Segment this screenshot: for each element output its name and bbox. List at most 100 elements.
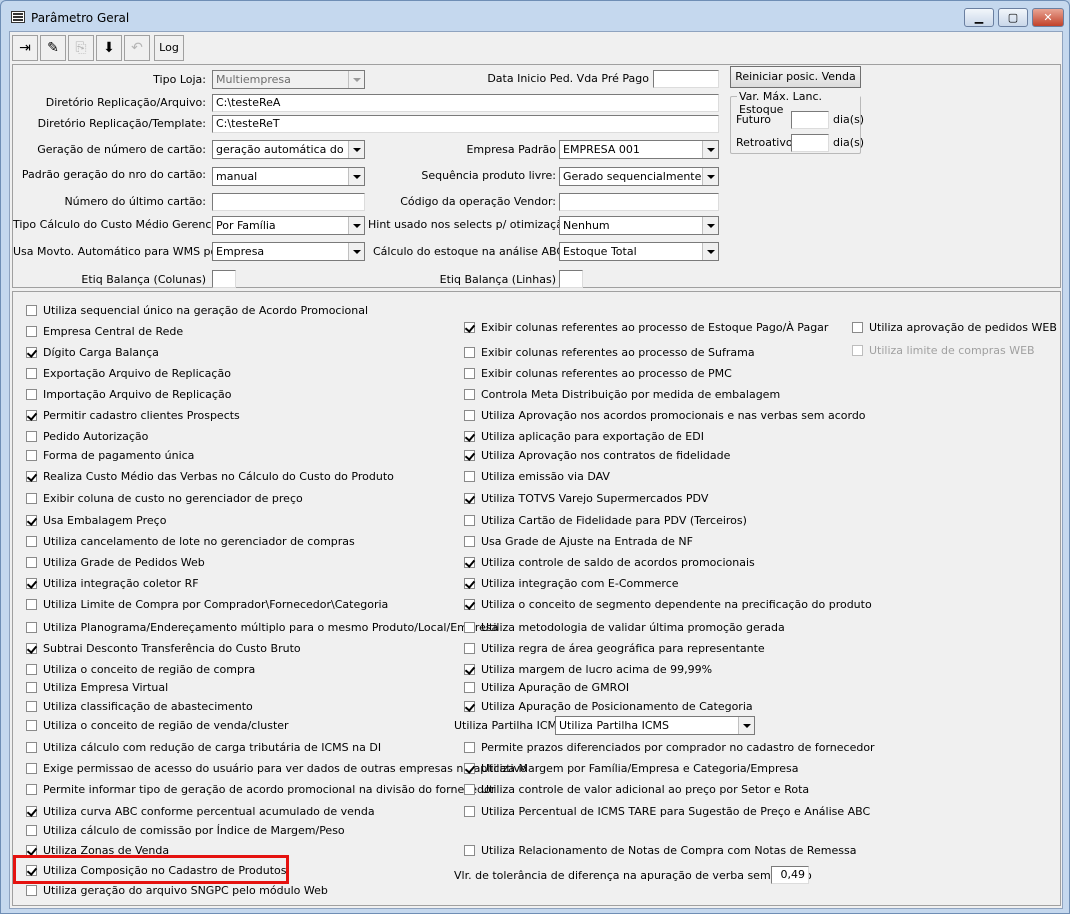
checkbox-checked-icon[interactable] — [26, 643, 37, 654]
checkbox-checked-icon[interactable] — [464, 599, 475, 610]
option-checkbox[interactable]: Utiliza cancelamento de lote no gerencia… — [26, 535, 355, 549]
option-checkbox[interactable]: Utiliza Apuração de GMROI — [464, 681, 629, 695]
retroativo-input[interactable] — [791, 134, 829, 152]
option-checkbox[interactable]: Utiliza Cartão de Fidelidade para PDV (T… — [464, 514, 747, 528]
checkbox-unchecked-icon[interactable] — [464, 784, 475, 795]
padrao-geracao-select[interactable]: manual — [212, 167, 365, 186]
empresa-padrao-select[interactable]: EMPRESA 001 — [559, 140, 719, 159]
option-checkbox[interactable]: Realiza Custo Médio das Verbas no Cálcul… — [26, 470, 394, 484]
tipo-loja-select[interactable]: Multiempresa — [212, 70, 365, 89]
option-checkbox[interactable]: Dígito Carga Balança — [26, 346, 159, 360]
hint-selects-select[interactable]: Nenhum — [559, 216, 719, 235]
checkbox-checked-icon[interactable] — [464, 450, 475, 461]
option-checkbox[interactable]: Utiliza Limite de Compra por Comprador\F… — [26, 598, 388, 612]
option-checkbox[interactable]: Exibir coluna de custo no gerenciador de… — [26, 492, 303, 506]
option-checkbox[interactable]: Utiliza TOTVS Varejo Supermercados PDV — [464, 492, 708, 506]
option-checkbox[interactable]: Permitir cadastro clientes Prospects — [26, 409, 240, 423]
minimize-button[interactable]: ▁ — [964, 8, 994, 27]
option-checkbox[interactable]: Exibir colunas referentes ao processo de… — [464, 346, 755, 360]
option-checkbox[interactable]: Utiliza Apuração de Posicionamento de Ca… — [464, 700, 753, 714]
checkbox-checked-icon[interactable] — [464, 322, 475, 333]
checkbox-unchecked-icon[interactable] — [464, 622, 475, 633]
checkbox-unchecked-icon[interactable] — [26, 763, 37, 774]
checkbox-unchecked-icon[interactable] — [26, 825, 37, 836]
option-checkbox[interactable]: Utiliza aplicação para exportação de EDI — [464, 430, 704, 444]
checkbox-checked-icon[interactable] — [464, 701, 475, 712]
checkbox-checked-icon[interactable] — [464, 578, 475, 589]
checkbox-unchecked-icon[interactable] — [26, 664, 37, 675]
checkbox-unchecked-icon[interactable] — [26, 557, 37, 568]
codigo-operacao-input[interactable] — [559, 193, 719, 211]
etiq-linhas-input[interactable] — [559, 270, 583, 288]
checkbox-unchecked-icon[interactable] — [26, 720, 37, 731]
option-checkbox[interactable]: Utiliza Percentual de ICMS TARE para Sug… — [464, 805, 870, 819]
checkbox-unchecked-icon[interactable] — [464, 742, 475, 753]
log-button[interactable]: Log — [154, 35, 184, 61]
checkbox-unchecked-icon[interactable] — [26, 389, 37, 400]
option-checkbox[interactable]: Utiliza sequencial único na geração de A… — [26, 304, 368, 318]
checkbox-unchecked-icon[interactable] — [464, 368, 475, 379]
option-checkbox[interactable]: Utiliza Planograma/Endereçamento múltipl… — [26, 621, 498, 635]
option-checkbox[interactable]: Utiliza Grade de Pedidos Web — [26, 556, 205, 570]
checkbox-unchecked-icon[interactable] — [26, 622, 37, 633]
tolerancia-input[interactable]: 0,49 — [771, 866, 809, 884]
option-checkbox[interactable]: Utiliza Margem por Família/Empresa e Cat… — [464, 762, 799, 776]
checkbox-unchecked-icon[interactable] — [26, 701, 37, 712]
checkbox-unchecked-icon[interactable] — [852, 322, 863, 333]
checkbox-checked-icon[interactable] — [26, 806, 37, 817]
option-checkbox[interactable]: Usa Grade de Ajuste na Entrada de NF — [464, 535, 693, 549]
checkbox-checked-icon[interactable] — [26, 578, 37, 589]
checkbox-unchecked-icon[interactable] — [464, 643, 475, 654]
option-checkbox[interactable]: Usa Embalagem Preço — [26, 514, 166, 528]
option-checkbox[interactable]: Utiliza cálculo com redução de carga tri… — [26, 741, 381, 755]
dir-template-input[interactable]: C:\testeReT — [212, 115, 719, 133]
option-checkbox[interactable]: Utiliza Empresa Virtual — [26, 681, 168, 695]
checkbox-unchecked-icon[interactable] — [464, 515, 475, 526]
checkbox-unchecked-icon[interactable] — [464, 471, 475, 482]
option-checkbox[interactable]: Utiliza o conceito de região de venda/cl… — [26, 719, 289, 733]
option-checkbox[interactable]: Utiliza integração coletor RF — [26, 577, 199, 591]
checkbox-unchecked-icon[interactable] — [26, 784, 37, 795]
dir-arquivo-input[interactable]: C:\testeReA — [212, 94, 719, 112]
option-checkbox[interactable]: Utiliza metodologia de validar última pr… — [464, 621, 785, 635]
checkbox-checked-icon[interactable] — [464, 763, 475, 774]
checkbox-unchecked-icon[interactable] — [26, 305, 37, 316]
checkbox-unchecked-icon[interactable] — [464, 806, 475, 817]
edit-icon[interactable]: ✎ — [40, 35, 66, 61]
option-checkbox[interactable]: Utiliza regra de área geográfica para re… — [464, 642, 765, 656]
option-checkbox[interactable]: Importação Arquivo de Replicação — [26, 388, 231, 402]
checkbox-unchecked-icon[interactable] — [464, 389, 475, 400]
option-checkbox[interactable]: Controla Meta Distribuição por medida de… — [464, 388, 780, 402]
checkbox-unchecked-icon[interactable] — [26, 450, 37, 461]
checkbox-checked-icon[interactable] — [464, 557, 475, 568]
checkbox-unchecked-icon[interactable] — [26, 599, 37, 610]
option-checkbox[interactable]: Utiliza controle de saldo de acordos pro… — [464, 556, 755, 570]
option-checkbox[interactable]: Utiliza cálculo de comissão por Índice d… — [26, 824, 345, 838]
checkbox-unchecked-icon[interactable] — [464, 347, 475, 358]
checkbox-unchecked-icon[interactable] — [26, 431, 37, 442]
option-checkbox[interactable]: Utiliza curva ABC conforme percentual ac… — [26, 805, 375, 819]
usa-movto-select[interactable]: Empresa — [212, 242, 365, 261]
option-checkbox[interactable]: Subtrai Desconto Transferência do Custo … — [26, 642, 301, 656]
futuro-input[interactable] — [791, 111, 829, 129]
option-checkbox[interactable]: Utiliza Relacionamento de Notas de Compr… — [464, 844, 856, 858]
checkbox-unchecked-icon[interactable] — [464, 536, 475, 547]
checkbox-checked-icon[interactable] — [464, 493, 475, 504]
maximize-button[interactable]: ▢ — [998, 8, 1028, 27]
option-checkbox[interactable]: Exige permissao de acesso do usuário par… — [26, 762, 527, 776]
checkbox-unchecked-icon[interactable] — [26, 493, 37, 504]
checkbox-unchecked-icon[interactable] — [26, 682, 37, 693]
option-checkbox[interactable]: Utiliza Aprovação nos acordos promociona… — [464, 409, 866, 423]
option-checkbox[interactable]: Utiliza emissão via DAV — [464, 470, 610, 484]
option-checkbox[interactable]: Utiliza aprovação de pedidos WEB — [852, 321, 1057, 335]
option-checkbox[interactable]: Exibir colunas referentes ao processo de… — [464, 321, 828, 335]
option-checkbox[interactable]: Permite informar tipo de geração de acor… — [26, 783, 495, 797]
option-checkbox[interactable]: Utiliza integração com E-Commerce — [464, 577, 679, 591]
undo-icon[interactable]: ↶ — [124, 35, 150, 61]
checkbox-unchecked-icon[interactable] — [464, 682, 475, 693]
data-inicio-input[interactable] — [653, 70, 719, 88]
option-checkbox[interactable]: Utiliza margem de lucro acima de 99,99% — [464, 663, 712, 677]
option-checkbox[interactable]: Utiliza Aprovação nos contratos de fidel… — [464, 449, 730, 463]
checkbox-unchecked-icon[interactable] — [464, 410, 475, 421]
checkbox-unchecked-icon[interactable] — [26, 536, 37, 547]
